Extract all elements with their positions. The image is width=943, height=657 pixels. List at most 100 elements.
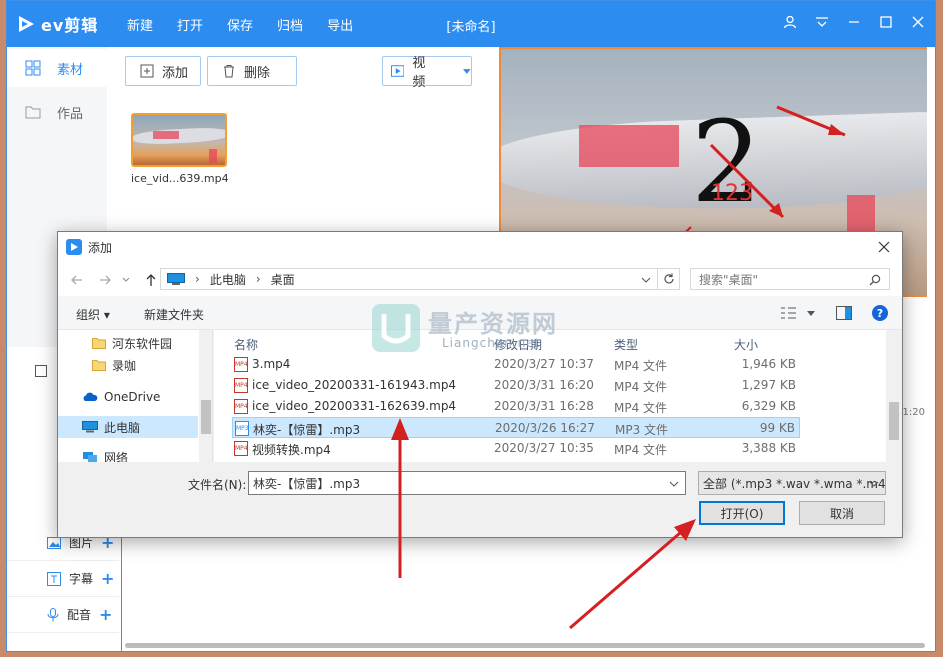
nav-scrollbar[interactable] xyxy=(199,330,212,462)
search-icon xyxy=(869,274,881,286)
add-button[interactable]: 添加 xyxy=(125,56,201,86)
mp4-file-icon: MP4 xyxy=(234,441,248,456)
filename-value: 林奕-【惊雷】.mp3 xyxy=(253,476,361,491)
user-icon[interactable] xyxy=(781,13,799,31)
folder-icon xyxy=(25,106,41,119)
column-type[interactable]: 类型 xyxy=(614,336,638,353)
filetype-value: 全部 (*.mp3 *.wav *.wma *.m4 xyxy=(703,476,886,491)
nav-item-luka[interactable]: 录咖 xyxy=(58,354,198,376)
media-thumbnail[interactable] xyxy=(131,113,227,167)
close-icon[interactable] xyxy=(876,239,892,255)
address-bar[interactable]: › 此电脑 › 桌面 xyxy=(160,268,658,290)
cloud-icon xyxy=(83,392,98,401)
sidebar-item-label: 作品 xyxy=(57,106,84,122)
chevron-down-icon[interactable] xyxy=(869,481,879,487)
file-scrollbar[interactable] xyxy=(886,330,902,462)
chevron-down-icon[interactable] xyxy=(641,277,651,283)
file-row[interactable]: MP4 ice_video_20200331-162639.mp4 2020/3… xyxy=(232,396,800,417)
nav-scroll-thumb[interactable] xyxy=(201,400,211,434)
app-titlebar: ev剪辑 新建 打开 保存 归档 导出 [未命名] xyxy=(7,1,935,47)
menu-archive[interactable]: 归档 xyxy=(277,15,303,34)
file-size: 1,297 KB xyxy=(741,378,796,392)
network-icon xyxy=(83,452,97,462)
back-arrow-icon[interactable] xyxy=(70,273,84,287)
computer-icon xyxy=(167,273,185,285)
chevron-down-icon[interactable] xyxy=(807,311,815,316)
settings-menu-icon[interactable] xyxy=(813,13,831,31)
file-type: MP4 文件 xyxy=(614,401,668,415)
open-button[interactable]: 打开(O) xyxy=(699,501,785,525)
file-scroll-thumb[interactable] xyxy=(889,402,899,440)
breadcrumb-pc[interactable]: 此电脑 xyxy=(210,271,246,288)
microphone-icon xyxy=(47,607,59,621)
preview-pane-icon[interactable] xyxy=(836,306,852,320)
view-type-dropdown[interactable]: 视频 xyxy=(382,56,472,90)
track-checkbox[interactable] xyxy=(35,365,47,377)
nav-item-label: 录咖 xyxy=(112,358,137,373)
column-date[interactable]: 修改日期 xyxy=(494,336,542,353)
text-icon xyxy=(47,571,61,586)
search-placeholder: 搜索"桌面" xyxy=(699,272,759,287)
menu-export[interactable]: 导出 xyxy=(327,15,353,34)
menu-save[interactable]: 保存 xyxy=(227,15,253,34)
chevron-down-icon[interactable] xyxy=(669,481,679,487)
up-arrow-icon[interactable] xyxy=(144,273,158,287)
cancel-button[interactable]: 取消 xyxy=(799,501,885,525)
nav-item-label: OneDrive xyxy=(104,390,161,404)
navigation-pane: 河东软件园 录咖 OneDrive 此电脑 网络 xyxy=(58,330,213,462)
nav-item-network[interactable]: 网络 xyxy=(58,446,198,462)
logo-text: ev剪辑 xyxy=(41,16,99,35)
delete-button[interactable]: 删除 xyxy=(207,56,297,86)
file-size: 6,329 KB xyxy=(741,399,796,413)
help-icon[interactable]: ? xyxy=(872,305,888,321)
file-name: 视频转换.mp4 xyxy=(252,443,331,457)
track-label: 配音 xyxy=(67,608,92,622)
filetype-select[interactable]: 全部 (*.mp3 *.wav *.wma *.m4 xyxy=(698,471,886,495)
column-size[interactable]: 大小 xyxy=(734,336,758,353)
file-type: MP4 文件 xyxy=(614,380,668,394)
track-subtitle[interactable]: 字幕 + xyxy=(7,561,119,597)
file-row[interactable]: MP4 3.mp4 2020/3/27 10:37 MP4 文件 1,946 K… xyxy=(232,354,800,375)
add-track-icon[interactable]: + xyxy=(101,569,114,588)
file-row-selected[interactable]: MP3 林奕-【惊雷】.mp3 2020/3/26 16:27 MP3 文件 9… xyxy=(232,417,800,438)
track-dubbing[interactable]: 配音 + xyxy=(7,597,119,633)
trash-icon xyxy=(224,65,234,78)
grid-icon xyxy=(25,60,41,76)
sidebar-item-works[interactable]: 作品 xyxy=(7,93,107,131)
nav-item-hedong[interactable]: 河东软件园 xyxy=(58,332,198,354)
folder-icon xyxy=(92,338,106,349)
file-row[interactable]: MP4 视频转换.mp4 2020/3/27 10:35 MP4 文件 3,38… xyxy=(232,438,800,459)
add-button-label: 添加 xyxy=(162,65,189,81)
refresh-icon xyxy=(663,273,674,284)
mp4-file-icon: MP4 xyxy=(234,378,248,393)
history-dropdown-icon[interactable] xyxy=(122,273,130,287)
menu-open[interactable]: 打开 xyxy=(177,15,203,34)
organize-button[interactable]: 组织 ▾ xyxy=(76,306,110,323)
breadcrumb-desktop[interactable]: 桌面 xyxy=(271,271,295,288)
play-logo-icon xyxy=(19,16,34,32)
timeline-scrollbar[interactable] xyxy=(125,643,925,648)
maximize-icon[interactable] xyxy=(877,13,895,31)
file-type: MP4 文件 xyxy=(614,359,668,373)
column-name[interactable]: 名称 xyxy=(234,336,258,353)
sidebar-item-material[interactable]: 素材 xyxy=(7,49,107,87)
forward-arrow-icon[interactable] xyxy=(98,273,112,287)
view-options-icon[interactable] xyxy=(780,306,798,320)
new-folder-button[interactable]: 新建文件夹 xyxy=(144,306,204,323)
dialog-title: 添加 xyxy=(88,240,113,255)
file-row[interactable]: MP4 ice_video_20200331-161943.mp4 2020/3… xyxy=(232,375,800,396)
refresh-button[interactable] xyxy=(658,268,680,290)
menu-new[interactable]: 新建 xyxy=(127,15,153,34)
nav-item-this-pc[interactable]: 此电脑 xyxy=(58,416,198,438)
main-menu: 新建 打开 保存 归档 导出 xyxy=(127,15,353,34)
close-icon[interactable] xyxy=(909,13,927,31)
mp4-file-icon: MP4 xyxy=(234,357,248,372)
file-size: 3,388 KB xyxy=(741,441,796,455)
add-track-icon[interactable]: + xyxy=(99,605,112,624)
minimize-icon[interactable] xyxy=(845,13,863,31)
filename-row: 文件名(N): 林奕-【惊雷】.mp3 全部 (*.mp3 *.wav *.wm… xyxy=(58,468,902,498)
search-input[interactable]: 搜索"桌面" xyxy=(690,268,890,290)
nav-item-onedrive[interactable]: OneDrive xyxy=(58,386,198,408)
filename-input[interactable]: 林奕-【惊雷】.mp3 xyxy=(248,471,686,495)
file-name: 3.mp4 xyxy=(252,357,291,371)
